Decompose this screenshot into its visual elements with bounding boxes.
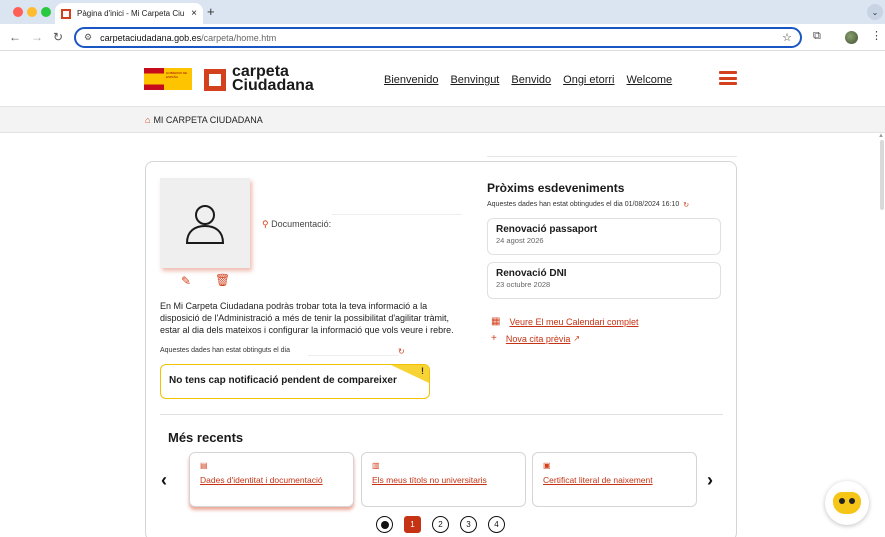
calendar-icon: ▦ <box>491 316 501 327</box>
site-info-icon[interactable]: ⚙ <box>84 32 92 43</box>
carousel-prev-arrow-icon[interactable]: ‹ <box>161 470 167 491</box>
maximize-window-button[interactable] <box>41 7 51 17</box>
new-tab-button[interactable]: + <box>207 4 215 19</box>
recent-card[interactable]: ▣ Certificat literal de naixement <box>532 452 697 507</box>
page-button-3[interactable]: 3 <box>460 516 477 533</box>
event-name: Renovació passaport <box>496 224 598 235</box>
events-refresh-icon[interactable]: ↻ <box>683 201 689 209</box>
warning-icon: ! <box>421 366 424 376</box>
browser-menu-icon[interactable]: ⋮ <box>871 29 882 42</box>
notification-banner[interactable]: No tens cap notificació pendent de compa… <box>160 364 430 399</box>
carousel-pager: 1 2 3 4 <box>376 516 505 533</box>
forward-icon[interactable]: → <box>31 30 43 44</box>
spain-flag-icon <box>144 68 164 90</box>
calendar-link-text: Veure El meu Calendari complet <box>509 316 639 327</box>
events-top-divider <box>487 156 737 157</box>
event-card[interactable]: Renovació passaport 24 agost 2026 <box>487 218 721 255</box>
site-header: GOBIERNO DE ESPAÑA carpeta Ciudadana Bie… <box>0 52 885 107</box>
minimize-window-button[interactable] <box>27 7 37 17</box>
tab-close-icon[interactable]: × <box>191 8 197 19</box>
robot-face-icon <box>833 492 861 514</box>
tab-title: Pàgina d'inici - Mi Carpeta Ciu <box>77 9 185 18</box>
new-appointment-link[interactable]: + Nova cita prèvia ↗ <box>491 333 580 344</box>
lang-link-es[interactable]: Bienvenido <box>384 74 438 86</box>
tab-search-icon[interactable]: ⌄ <box>867 4 883 20</box>
recent-card-link[interactable]: Els meus títols no universitaris <box>372 475 515 485</box>
profile-obtained-text: Aquestes dades han estat obtinguts el di… <box>160 347 290 354</box>
lang-link-ca[interactable]: Benvingut <box>450 74 499 86</box>
favicon-icon <box>61 8 71 19</box>
event-name: Renovació DNI <box>496 268 567 279</box>
id-card-icon: ▤ <box>200 461 208 470</box>
url-host: carpetaciudadana.gob.es <box>100 32 202 43</box>
documentation-label-text: Documentació: <box>271 219 332 229</box>
event-date: 23 octubre 2028 <box>496 280 551 289</box>
calendar-link[interactable]: ▦ Veure El meu Calendari complet <box>491 316 639 327</box>
url-path: /carpeta/home.htm <box>201 32 277 43</box>
new-appointment-text: Nova cita prèvia <box>505 333 571 344</box>
brand-name[interactable]: carpeta Ciudadana <box>232 64 314 94</box>
browser-tab-bar: Pàgina d'inici - Mi Carpeta Ciu × + ⌄ <box>0 0 885 24</box>
recent-card-link[interactable]: Certificat literal de naixement <box>543 475 686 485</box>
carpeta-logo-icon[interactable] <box>204 69 226 91</box>
page-button-4[interactable]: 4 <box>488 516 505 533</box>
gov-logo-text: GOBIERNO DE ESPAÑA <box>164 68 192 90</box>
lang-link-eu[interactable]: Ongi etorri <box>563 74 614 86</box>
person-icon: ⚲ <box>262 219 269 229</box>
page-button-2[interactable]: 2 <box>432 516 449 533</box>
carousel-next-arrow-icon[interactable]: › <box>707 470 713 491</box>
delete-trash-icon[interactable]: 🗑 <box>215 273 230 287</box>
recent-card[interactable]: ▤ Dades d'identitat i documentació <box>189 452 354 507</box>
breadcrumb[interactable]: ⌂ MI CARPETA CIUDADANA <box>145 115 263 125</box>
intro-text: En Mi Carpeta Ciudadana podràs trobar to… <box>160 301 454 335</box>
event-card[interactable]: Renovació DNI 23 octubre 2028 <box>487 262 721 299</box>
page-scrollbar[interactable] <box>880 140 884 210</box>
user-avatar <box>160 178 250 268</box>
page-button-1[interactable]: 1 <box>404 516 421 533</box>
events-obtained-text: Aquestes dades han estat obtingudes el d… <box>487 201 680 208</box>
obtained-date-placeholder <box>308 355 398 356</box>
user-silhouette-icon <box>185 205 225 244</box>
extensions-icon[interactable]: ⧉ <box>813 30 821 43</box>
home-icon: ⌂ <box>145 115 151 125</box>
address-bar[interactable]: ⚙ carpetaciudadana.gob.es/carpeta/home.h… <box>74 27 802 48</box>
refresh-icon[interactable]: ↻ <box>398 347 405 356</box>
back-icon[interactable]: ← <box>9 30 21 44</box>
scroll-up-arrow-icon[interactable]: ▲ <box>878 133 884 139</box>
event-date: 24 agost 2026 <box>496 236 544 245</box>
close-window-button[interactable] <box>13 7 23 17</box>
certificate-icon: ▣ <box>543 461 551 470</box>
reload-icon[interactable]: ↻ <box>53 30 63 44</box>
book-icon: ▥ <box>372 461 380 470</box>
lang-link-gl[interactable]: Benvido <box>511 74 551 86</box>
hamburger-menu-icon[interactable] <box>719 71 737 85</box>
recent-card[interactable]: ▥ Els meus títols no universitaris <box>361 452 526 507</box>
breadcrumb-label: MI CARPETA CIUDADANA <box>153 115 263 125</box>
external-link-icon: ↗ <box>573 334 581 343</box>
edit-pencil-icon[interactable]: ✎ <box>181 274 191 288</box>
carousel-autoplay-icon[interactable] <box>376 516 393 533</box>
recent-title: Més recents <box>168 430 244 445</box>
brand-line-2: Ciudadana <box>232 77 314 94</box>
profile-avatar[interactable] <box>845 31 858 44</box>
recent-card-link[interactable]: Dades d'identitat i documentació <box>200 475 343 485</box>
chatbot-assistant-button[interactable] <box>825 481 869 525</box>
documentation-underline <box>332 214 462 215</box>
browser-tab[interactable]: Pàgina d'inici - Mi Carpeta Ciu × <box>55 3 203 24</box>
gobierno-logo[interactable]: GOBIERNO DE ESPAÑA <box>144 68 192 90</box>
events-obtained: Aquestes dades han estat obtingudes el d… <box>487 201 689 209</box>
plus-icon: + <box>491 333 497 344</box>
bookmark-star-icon[interactable]: ☆ <box>782 31 792 44</box>
lang-link-en[interactable]: Welcome <box>627 74 673 86</box>
section-divider <box>160 414 723 415</box>
notification-text: No tens cap notificació pendent de compa… <box>169 375 397 386</box>
documentation-label: ⚲ Documentació: <box>262 219 331 230</box>
language-selector: Bienvenido Benvingut Benvido Ongi etorri… <box>384 74 672 86</box>
breadcrumb-bar: ⌂ MI CARPETA CIUDADANA <box>0 107 885 133</box>
events-title: Pròxims esdeveniments <box>487 181 625 195</box>
browser-toolbar: ← → ↻ ⚙ carpetaciudadana.gob.es/carpeta/… <box>0 24 885 51</box>
